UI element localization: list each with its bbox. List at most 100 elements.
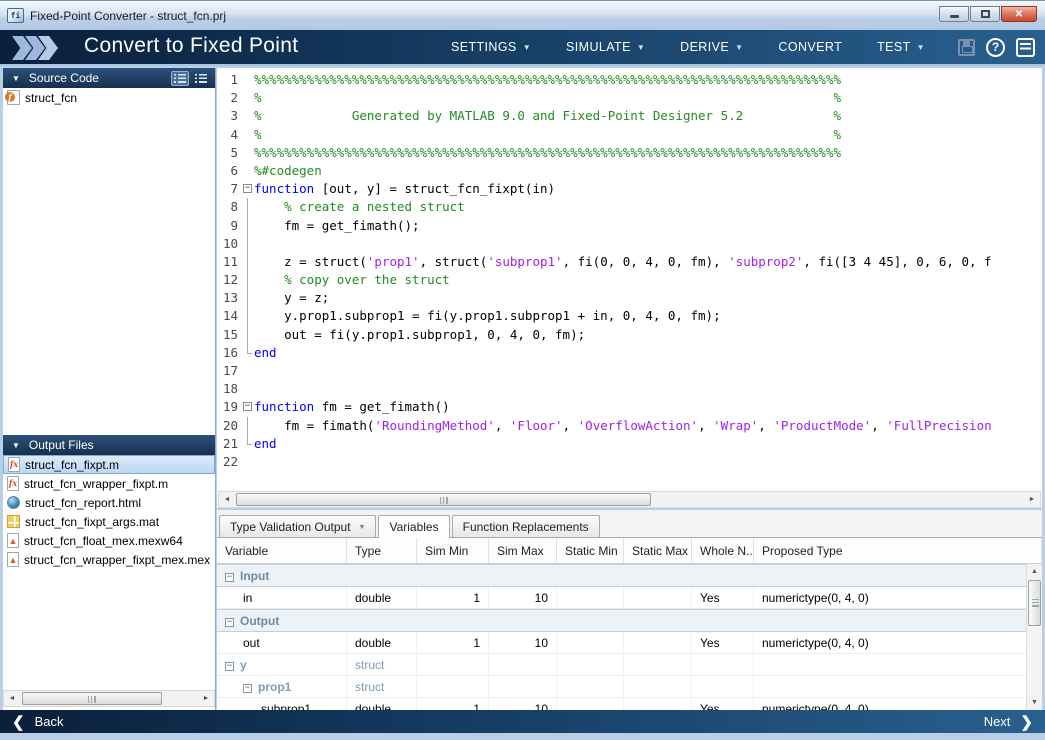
output-file-item[interactable]: ▲struct_fcn_float_mex.mexw64 xyxy=(3,531,215,550)
code-line[interactable]: 1%%%%%%%%%%%%%%%%%%%%%%%%%%%%%%%%%%%%%%%… xyxy=(217,71,1042,89)
output-files-header[interactable]: ▼ Output Files xyxy=(3,435,215,455)
code-line[interactable]: 4% % xyxy=(217,126,1042,144)
code-text: y.prop1.subprop1 = fi(y.prop1.subprop1 +… xyxy=(254,307,721,325)
code-line[interactable]: 14 y.prop1.subprop1 = fi(y.prop1.subprop… xyxy=(217,307,1042,325)
sidebar-h-scrollbar[interactable]: ◄ ► xyxy=(3,690,215,707)
list-view-icon[interactable] xyxy=(171,71,189,86)
output-file-item[interactable]: fxstruct_fcn_wrapper_fixpt.m xyxy=(3,474,215,493)
column-header[interactable]: Sim Max xyxy=(489,538,557,563)
code-line[interactable]: 22 xyxy=(217,453,1042,471)
output-file-item[interactable]: struct_fcn_fixpt_args.mat xyxy=(3,512,215,531)
fold-collapse-icon[interactable]: − xyxy=(243,402,252,411)
code-line[interactable]: 3% Generated by MATLAB 9.0 and Fixed-Poi… xyxy=(217,107,1042,125)
scrollbar-thumb[interactable] xyxy=(1028,580,1041,626)
scroll-left-icon[interactable]: ◄ xyxy=(219,492,235,507)
code-line[interactable]: 13 y = z; xyxy=(217,289,1042,307)
close-icon: ✕ xyxy=(1015,9,1023,20)
column-header[interactable]: Type xyxy=(347,538,417,563)
code-line[interactable]: 6%#codegen xyxy=(217,162,1042,180)
help-icon[interactable]: ? xyxy=(986,38,1005,57)
table-row[interactable]: indouble110Yesnumerictype(0, 4, 0) xyxy=(217,587,1042,609)
code-line[interactable]: 16end xyxy=(217,344,1042,362)
output-file-item[interactable]: fxstruct_fcn_fixpt.m xyxy=(3,455,215,474)
fold-column[interactable]: − xyxy=(241,398,254,416)
output-file-item[interactable]: struct_fcn_report.html xyxy=(3,493,215,512)
code-editor[interactable]: 1%%%%%%%%%%%%%%%%%%%%%%%%%%%%%%%%%%%%%%%… xyxy=(217,68,1042,490)
expander-icon[interactable]: − xyxy=(225,662,234,671)
fold-line xyxy=(247,253,248,271)
table-row[interactable]: −Input xyxy=(217,564,1042,587)
column-header[interactable]: Static Max xyxy=(624,538,692,563)
tree-view-icon[interactable] xyxy=(192,71,210,86)
collapse-triangle-icon[interactable]: ▼ xyxy=(12,74,20,83)
code-line[interactable]: 2% % xyxy=(217,89,1042,107)
editor-h-scrollbar[interactable]: ◄ ► xyxy=(217,490,1042,508)
scrollbar-track[interactable]: ◄ ► xyxy=(218,491,1041,508)
menu-test[interactable]: TEST▼ xyxy=(877,40,925,54)
scroll-up-icon[interactable]: ▲ xyxy=(1027,564,1042,579)
next-button[interactable]: Next ❯ xyxy=(974,713,1033,731)
table-row[interactable]: −prop1struct xyxy=(217,676,1042,698)
code-line[interactable]: 18 xyxy=(217,380,1042,398)
scroll-right-icon[interactable]: ► xyxy=(1024,492,1040,507)
table-cell xyxy=(489,565,557,586)
chevron-down-icon[interactable]: ▼ xyxy=(359,524,366,531)
row-label: Input xyxy=(240,569,269,583)
expander-icon[interactable]: − xyxy=(225,618,234,627)
output-file-item[interactable]: ▲struct_fcn_wrapper_fixpt_mex.mex xyxy=(3,550,215,569)
table-cell xyxy=(754,654,1042,675)
code-text: % % xyxy=(254,89,841,107)
collapse-triangle-icon[interactable]: ▼ xyxy=(12,441,20,450)
hamburger-menu-icon[interactable] xyxy=(1016,38,1035,57)
code-line[interactable]: 7−function [out, y] = struct_fcn_fixpt(i… xyxy=(217,180,1042,198)
toolbar-icons: ? xyxy=(958,30,1035,64)
back-button[interactable]: ❮ Back xyxy=(12,713,73,731)
code-line[interactable]: 19−function fm = get_fimath() xyxy=(217,398,1042,416)
menu-simulate[interactable]: SIMULATE▼ xyxy=(566,40,645,54)
scroll-left-icon[interactable]: ◄ xyxy=(4,691,20,706)
table-row[interactable]: −ystruct xyxy=(217,654,1042,676)
code-line[interactable]: 11 z = struct('prop1', struct('subprop1'… xyxy=(217,253,1042,271)
line-number: 14 xyxy=(217,307,241,325)
tab-function-replacements[interactable]: Function Replacements xyxy=(452,515,600,537)
minimize-button[interactable] xyxy=(939,6,969,22)
menu-convert[interactable]: CONVERT xyxy=(778,40,842,54)
source-file-item[interactable]: struct_fcn xyxy=(3,88,215,107)
fold-collapse-icon[interactable]: − xyxy=(243,184,252,193)
column-header[interactable]: Variable xyxy=(217,538,347,563)
scroll-right-icon[interactable]: ► xyxy=(198,691,214,706)
save-icon[interactable] xyxy=(958,39,975,56)
tab-type-validation-output[interactable]: Type Validation Output ▼ xyxy=(219,515,376,537)
close-button[interactable]: ✕ xyxy=(1001,6,1037,22)
source-code-header[interactable]: ▼ Source Code xyxy=(3,68,215,88)
menu-settings[interactable]: SETTINGS▼ xyxy=(451,40,531,54)
table-row[interactable]: −Output xyxy=(217,609,1042,632)
table-cell: numerictype(0, 4, 0) xyxy=(754,698,1042,710)
scroll-down-icon[interactable]: ▼ xyxy=(1027,695,1042,710)
table-row[interactable]: outdouble110Yesnumerictype(0, 4, 0) xyxy=(217,632,1042,654)
code-line[interactable]: 10 xyxy=(217,235,1042,253)
table-v-scrollbar[interactable]: ▲ ▼ xyxy=(1026,564,1042,710)
column-header[interactable]: Static Min xyxy=(557,538,624,563)
title-bar[interactable]: fi Fixed-Point Converter - struct_fcn.pr… xyxy=(0,0,1045,30)
code-line[interactable]: 15 out = fi(y.prop1.subprop1, 0, 4, 0, f… xyxy=(217,326,1042,344)
code-line[interactable]: 20 fm = fimath('RoundingMethod', 'Floor'… xyxy=(217,417,1042,435)
table-row[interactable]: subprop1double110Yesnumerictype(0, 4, 0) xyxy=(217,698,1042,710)
menu-derive[interactable]: DERIVE▼ xyxy=(680,40,743,54)
fold-column[interactable]: − xyxy=(241,180,254,198)
column-header[interactable]: Proposed Type xyxy=(754,538,1042,563)
code-line[interactable]: 9 fm = get_fimath(); xyxy=(217,217,1042,235)
code-line[interactable]: 17 xyxy=(217,362,1042,380)
code-line[interactable]: 21end xyxy=(217,435,1042,453)
scrollbar-thumb[interactable] xyxy=(236,493,651,506)
restore-button[interactable] xyxy=(970,6,1000,22)
scrollbar-thumb[interactable] xyxy=(22,692,162,705)
code-line[interactable]: 8 % create a nested struct xyxy=(217,198,1042,216)
expander-icon[interactable]: − xyxy=(225,573,234,582)
code-line[interactable]: 12 % copy over the struct xyxy=(217,271,1042,289)
expander-icon[interactable]: − xyxy=(243,684,252,693)
column-header[interactable]: Sim Min xyxy=(417,538,489,563)
tab-variables[interactable]: Variables xyxy=(378,515,449,538)
column-header[interactable]: Whole N... xyxy=(692,538,754,563)
code-line[interactable]: 5%%%%%%%%%%%%%%%%%%%%%%%%%%%%%%%%%%%%%%%… xyxy=(217,144,1042,162)
